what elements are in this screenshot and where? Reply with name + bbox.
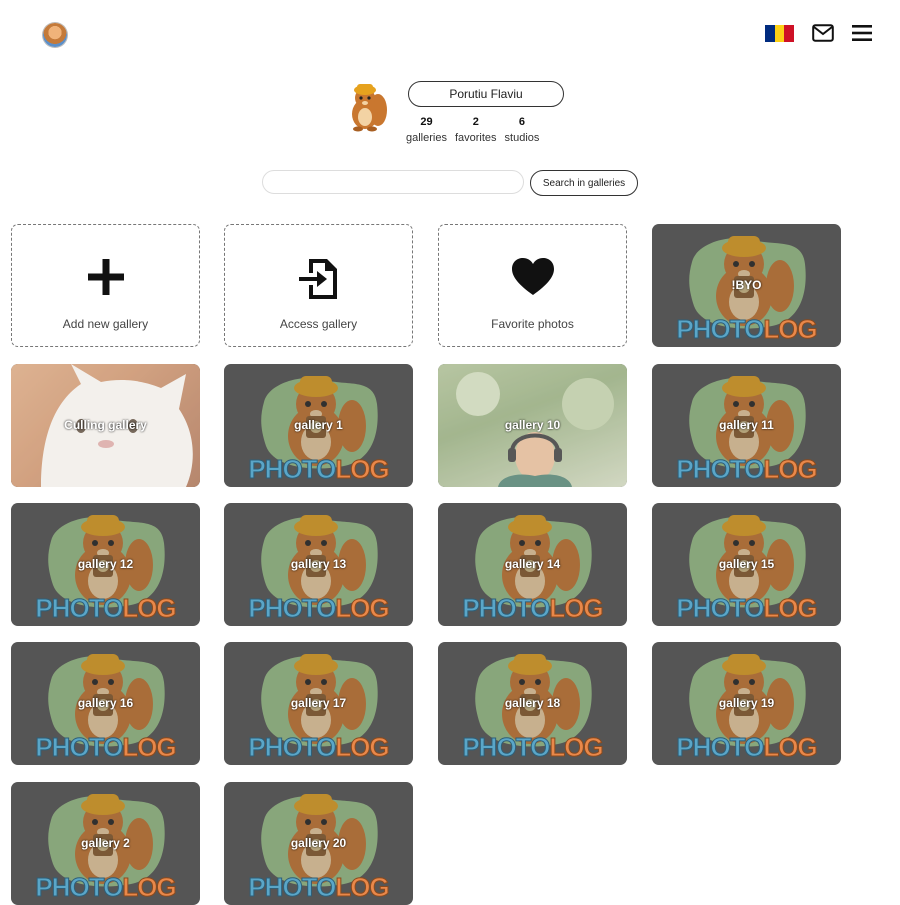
logo-text-photo: PHOTO (248, 593, 337, 624)
logo-text-log: LOG (335, 454, 390, 485)
logo-text-photo: PHOTO (35, 732, 124, 763)
logo-text-log: LOG (763, 593, 818, 624)
logo-text-photo: PHOTO (248, 454, 337, 485)
logo-text-photo: PHOTO (462, 593, 551, 624)
stat-label: galleries (406, 132, 447, 144)
stat-favorites[interactable]: 2 favorites (455, 116, 497, 144)
flag-stripe-yellow (774, 24, 785, 42)
gallery-title: gallery 12 (77, 557, 134, 571)
gallery-tile[interactable]: PHOTOLOG gallery 12 (11, 503, 200, 626)
gallery-title: gallery 10 (504, 418, 561, 432)
logo-text-log: LOG (549, 593, 604, 624)
gallery-title: !BYO (731, 278, 762, 292)
gallery-tile[interactable]: PHOTOLOG gallery 2 (11, 782, 200, 905)
heart-icon (439, 257, 626, 297)
gallery-tile[interactable]: PHOTOLOG gallery 15 (652, 503, 841, 626)
gallery-title: gallery 13 (290, 557, 347, 571)
logo-text-log: LOG (122, 872, 177, 903)
logo-text-log: LOG (335, 732, 390, 763)
gallery-title: gallery 20 (290, 836, 347, 850)
logo-text-photo: PHOTO (35, 872, 124, 903)
gallery-title: gallery 1 (294, 418, 343, 432)
gallery-title: gallery 14 (504, 557, 561, 571)
profile-stats: 29 galleries 2 favorites 6 studios (406, 116, 547, 144)
gallery-tile[interactable]: Culling gallery (11, 364, 200, 487)
gallery-tile[interactable]: PHOTOLOG gallery 11 (652, 364, 841, 487)
logo-text-photo: PHOTO (35, 593, 124, 624)
gallery-tile[interactable]: PHOTOLOG gallery 17 (224, 642, 413, 765)
flag-stripe-red (784, 24, 795, 42)
mail-icon[interactable] (812, 24, 834, 42)
gallery-title: gallery 2 (81, 836, 130, 850)
stat-label: favorites (454, 132, 497, 144)
gallery-search-input[interactable] (262, 170, 524, 194)
file-import-icon (225, 257, 412, 301)
logo-text-photo: PHOTO (676, 454, 765, 485)
tile-caption: Add new gallery (62, 317, 149, 331)
tile-caption: Favorite photos (491, 317, 574, 331)
mascot-avatar-icon (352, 84, 387, 132)
access-gallery-tile[interactable]: Access gallery (224, 224, 413, 347)
language-flag-icon[interactable] (765, 24, 795, 42)
profile-name-button[interactable]: Porutiu Flaviu (408, 81, 564, 107)
stat-value: 2 (472, 116, 479, 128)
logo-text-photo: PHOTO (248, 732, 337, 763)
search-galleries-button[interactable]: Search in galleries (530, 170, 638, 196)
header-actions (765, 24, 872, 42)
favorite-photos-tile[interactable]: Favorite photos (438, 224, 627, 347)
gallery-tile[interactable]: gallery 10 (438, 364, 627, 487)
logo-text-photo: PHOTO (462, 732, 551, 763)
gallery-tile[interactable]: PHOTOLOG gallery 18 (438, 642, 627, 765)
gallery-tile[interactable]: PHOTOLOG gallery 13 (224, 503, 413, 626)
logo-text-log: LOG (122, 732, 177, 763)
gallery-title: gallery 16 (77, 696, 134, 710)
logo-text-photo: PHOTO (676, 593, 765, 624)
gallery-title: gallery 18 (504, 696, 561, 710)
stat-label: studios (504, 132, 540, 144)
gallery-tile[interactable]: PHOTOLOG gallery 19 (652, 642, 841, 765)
logo-text-log: LOG (549, 732, 604, 763)
profile-section: Porutiu Flaviu 29 galleries 2 favorites … (340, 78, 580, 158)
logo-text-log: LOG (763, 454, 818, 485)
logo-text-photo: PHOTO (676, 732, 765, 763)
menu-icon[interactable] (852, 24, 872, 42)
logo-text-log: LOG (122, 593, 177, 624)
logo-text-photo: PHOTO (676, 314, 765, 345)
stat-value: 6 (518, 116, 526, 128)
gallery-title: gallery 11 (719, 418, 774, 432)
user-avatar[interactable] (43, 23, 67, 47)
plus-icon (12, 257, 199, 297)
stat-galleries[interactable]: 29 galleries (406, 116, 447, 144)
stat-studios[interactable]: 6 studios (505, 116, 540, 144)
add-new-gallery-tile[interactable]: Add new gallery (11, 224, 200, 347)
gallery-title: gallery 17 (290, 696, 347, 710)
logo-text-log: LOG (763, 314, 818, 345)
logo-text-log: LOG (335, 593, 390, 624)
gallery-tile[interactable]: PHOTOLOG gallery 14 (438, 503, 627, 626)
logo-text-log: LOG (335, 872, 390, 903)
logo-text-log: LOG (763, 732, 818, 763)
gallery-tile[interactable]: PHOTOLOG gallery 16 (11, 642, 200, 765)
gallery-tile[interactable]: PHOTOLOG !BYO (652, 224, 841, 347)
gallery-tile[interactable]: PHOTOLOG gallery 1 (224, 364, 413, 487)
gallery-title: gallery 19 (718, 696, 775, 710)
logo-text-photo: PHOTO (248, 872, 337, 903)
gallery-title: gallery 15 (718, 557, 775, 571)
stat-value: 29 (420, 116, 433, 128)
gallery-tile[interactable]: PHOTOLOG gallery 20 (224, 782, 413, 905)
tile-caption: Access gallery (279, 317, 358, 331)
flag-stripe-blue (765, 24, 775, 42)
gallery-title: Culling gallery (64, 418, 147, 432)
